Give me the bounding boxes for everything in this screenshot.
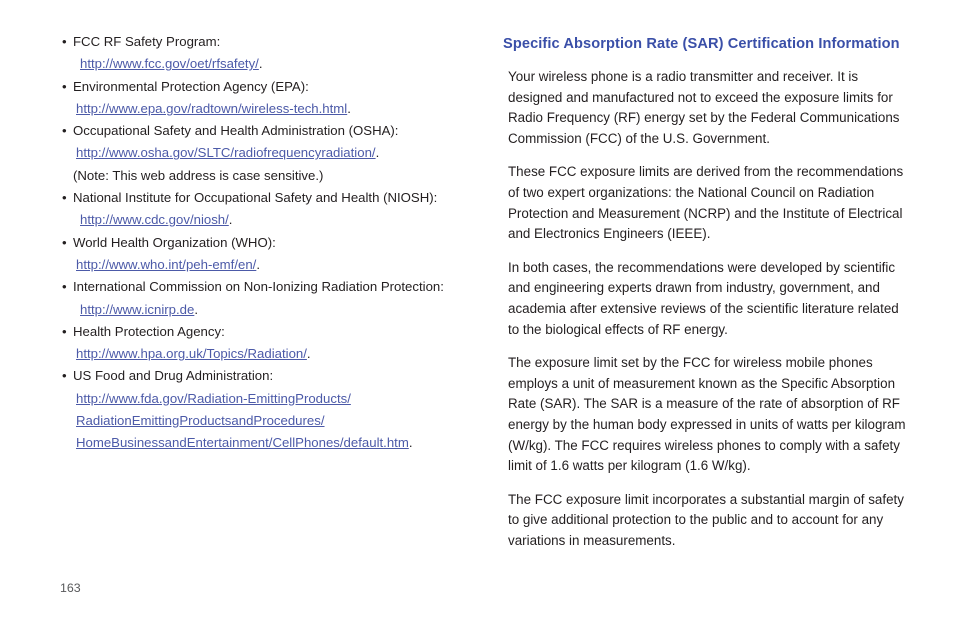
- bullet-icon: •: [62, 123, 67, 139]
- list-item-label-line: • Occupational Safety and Health Administ…: [60, 120, 480, 142]
- external-link[interactable]: http://www.icnirp.de: [80, 302, 194, 317]
- list-item-label: Health Protection Agency:: [73, 323, 225, 339]
- list-item-label: Environmental Protection Agency (EPA):: [73, 78, 309, 94]
- sentence-period: .: [408, 435, 413, 451]
- sentence-period: .: [228, 212, 233, 228]
- sentence-period: .: [258, 56, 263, 72]
- link-line: HomeBusinessandEntertainment/CellPhones/…: [60, 432, 480, 454]
- external-link[interactable]: http://www.hpa.org.uk/Topics/Radiation/: [76, 346, 307, 361]
- link-line: http://www.fcc.gov/oet/rfsafety/.: [60, 53, 480, 75]
- body-paragraph: Your wireless phone is a radio transmitt…: [508, 69, 900, 146]
- sentence-period: .: [256, 256, 260, 272]
- external-link[interactable]: HomeBusinessandEntertainment/CellPhones/…: [76, 435, 409, 450]
- external-link[interactable]: http://www.who.int/peh-emf/en/: [76, 257, 256, 272]
- bullet-icon: •: [62, 190, 67, 206]
- link-line: http://www.cdc.gov/niosh/.: [60, 209, 480, 231]
- list-item-label-line: • Environmental Protection Agency (EPA):: [60, 76, 480, 98]
- list-item-label-line: • US Food and Drug Administration:: [60, 365, 480, 387]
- link-line: http://www.osha.gov/SLTC/radiofrequencyr…: [60, 142, 480, 164]
- bullet-icon: •: [62, 368, 67, 384]
- list-item: • Environmental Protection Agency (EPA): h…: [60, 76, 480, 121]
- sentence-period: .: [375, 145, 380, 161]
- body-paragraph: The FCC exposure limit incorporates a su…: [508, 491, 904, 548]
- link-line: http://www.epa.gov/radtown/wireless-tech…: [60, 98, 480, 120]
- list-item-label-line: • National Institute for Occupational Saf…: [60, 187, 480, 209]
- list-item: • World Health Organization (WHO): http://…: [60, 232, 480, 277]
- link-line: http://www.fda.gov/Radiation-EmittingPro…: [60, 388, 480, 410]
- list-item: • National Institute for Occupational Saf…: [60, 187, 480, 232]
- list-item-note: (Note: This web address is case sensitiv…: [73, 167, 324, 183]
- sar-section-column: Specific Absorption Rate (SAR) Certifica…: [503, 33, 915, 551]
- sentence-period: .: [306, 346, 311, 362]
- link-line: RadiationEmittingProductsandProcedures/: [60, 410, 480, 432]
- section-heading: Specific Absorption Rate (SAR) Certifica…: [503, 36, 900, 52]
- sentence-period: .: [194, 301, 199, 317]
- external-link[interactable]: http://www.fcc.gov/oet/rfsafety/: [80, 56, 259, 71]
- link-line: http://www.hpa.org.uk/Topics/Radiation/.: [60, 343, 480, 365]
- external-link[interactable]: http://www.epa.gov/radtown/wireless-tech…: [76, 101, 347, 116]
- external-link[interactable]: http://www.cdc.gov/niosh/: [80, 212, 229, 227]
- document-page: • FCC RF Safety Program: http://www.fcc.go…: [0, 0, 954, 636]
- bullet-icon: •: [62, 279, 67, 295]
- list-item-label-line: • World Health Organization (WHO):: [60, 232, 480, 254]
- list-item: • Health Protection Agency: http://www.hpa…: [60, 321, 480, 366]
- external-link[interactable]: RadiationEmittingProductsandProcedures/: [76, 413, 325, 428]
- link-line: http://www.who.int/peh-emf/en/.: [60, 254, 480, 276]
- list-item-label: FCC RF Safety Program:: [73, 34, 221, 49]
- list-item-label: Occupational Safety and Health Administr…: [73, 123, 399, 139]
- bullet-icon: •: [62, 34, 67, 49]
- body-paragraph: In both cases, the recommendations were …: [508, 259, 899, 337]
- bullet-icon: •: [62, 323, 67, 339]
- list-item-label-line: • Health Protection Agency:: [60, 321, 480, 343]
- section-body: Your wireless phone is a radio transmitt…: [503, 67, 915, 551]
- list-item-label: US Food and Drug Administration:: [73, 368, 274, 384]
- list-item-label: International Commission on Non-Ionizing…: [73, 279, 444, 295]
- body-paragraph: These FCC exposure limits are derived fr…: [508, 164, 904, 242]
- link-line: http://www.icnirp.de.: [60, 299, 480, 321]
- reference-links-column: • FCC RF Safety Program: http://www.fcc.go…: [60, 31, 480, 455]
- external-link[interactable]: http://www.osha.gov/SLTC/radiofrequencyr…: [76, 145, 376, 160]
- list-item-label: National Institute for Occupational Safe…: [73, 190, 438, 206]
- bullet-icon: •: [62, 234, 67, 250]
- list-item: • Occupational Safety and Health Administ…: [60, 120, 480, 187]
- list-item-label-line: • International Commission on Non-Ionizin…: [60, 276, 480, 298]
- list-item-label: World Health Organization (WHO):: [73, 234, 276, 250]
- list-item: • US Food and Drug Administration: http://…: [60, 365, 480, 454]
- list-item: • FCC RF Safety Program: http://www.fcc.go…: [60, 31, 480, 76]
- list-item-label-line: • FCC RF Safety Program:: [60, 31, 480, 53]
- list-item: • International Commission on Non-Ionizin…: [60, 276, 480, 321]
- sentence-period: .: [347, 100, 351, 116]
- body-paragraph: The exposure limit set by the FCC for wi…: [508, 355, 906, 474]
- page-number: 163: [60, 581, 81, 595]
- external-link[interactable]: http://www.fda.gov/Radiation-EmittingPro…: [76, 391, 351, 406]
- bullet-icon: •: [62, 78, 67, 94]
